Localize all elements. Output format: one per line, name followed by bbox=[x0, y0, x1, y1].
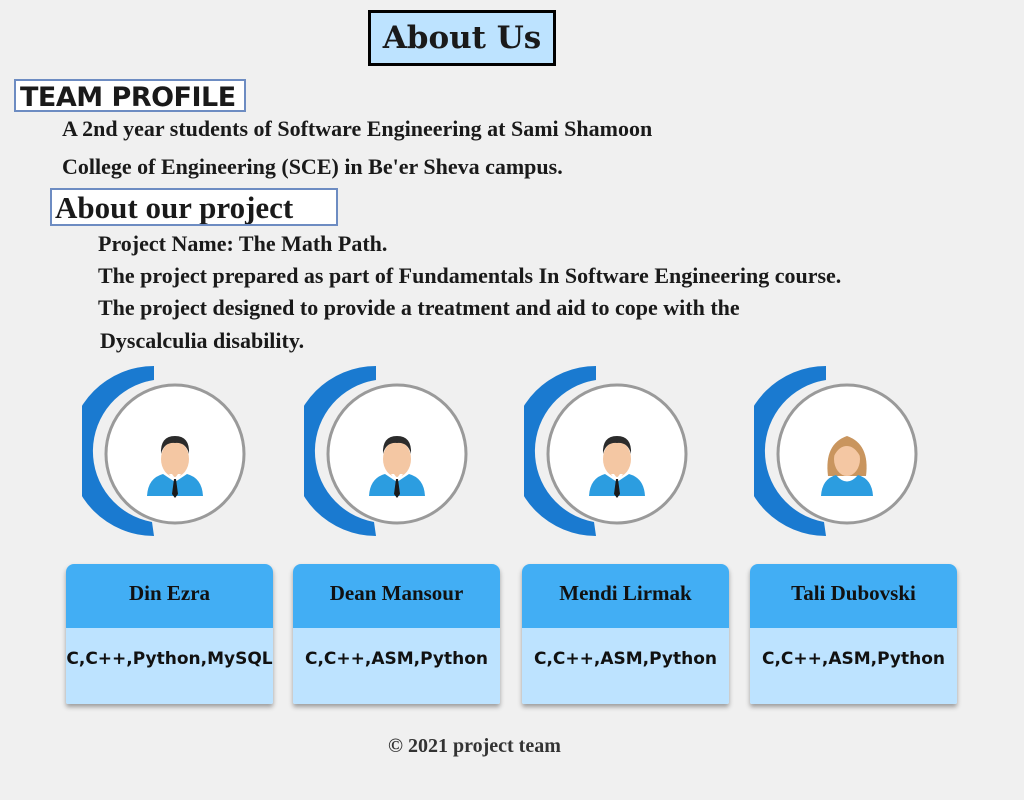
project-description-line-1: The project prepared as part of Fundamen… bbox=[98, 263, 842, 288]
member-card: Din Ezra C,C++,Python,MySQL bbox=[66, 564, 273, 704]
team-profile-heading: TEAM PROFILE bbox=[14, 79, 246, 112]
member-name: Tali Dubovski bbox=[750, 564, 957, 628]
member-card: Tali Dubovski C,C++,ASM,Python bbox=[750, 564, 957, 704]
member-card: Dean Mansour C,C++,ASM,Python bbox=[293, 564, 500, 704]
member-avatar-ring bbox=[69, 364, 252, 539]
project-name-line: Project Name: The Math Path. bbox=[98, 231, 387, 257]
member-skills: C,C++,ASM,Python bbox=[293, 628, 500, 704]
about-project-heading: About our project bbox=[50, 188, 338, 226]
member-avatar-ring bbox=[511, 364, 694, 539]
team-description-line-1: A 2nd year students of Software Engineer… bbox=[62, 116, 653, 141]
member-name: Dean Mansour bbox=[293, 564, 500, 628]
member-name: Mendi Lirmak bbox=[522, 564, 729, 628]
member-card: Mendi Lirmak C,C++,ASM,Python bbox=[522, 564, 729, 704]
member-skills: C,C++,Python,MySQL bbox=[66, 628, 273, 704]
team-description-line-2: College of Engineering (SCE) in Be'er Sh… bbox=[62, 154, 563, 179]
member-skills: C,C++,ASM,Python bbox=[522, 628, 729, 704]
project-name-value: The Math Path. bbox=[238, 231, 388, 256]
footer-copyright: © 2021 project team bbox=[388, 735, 561, 757]
member-avatar-ring bbox=[291, 364, 474, 539]
project-description-line-2: The project designed to provide a treatm… bbox=[98, 295, 740, 320]
member-skills: C,C++,ASM,Python bbox=[750, 628, 957, 704]
member-avatar-ring bbox=[741, 364, 924, 539]
project-description-line-3: Dyscalculia disability. bbox=[100, 328, 305, 353]
member-name: Din Ezra bbox=[66, 564, 273, 628]
page-title: About Us bbox=[368, 10, 556, 66]
project-name-label: Project Name: bbox=[98, 231, 234, 256]
